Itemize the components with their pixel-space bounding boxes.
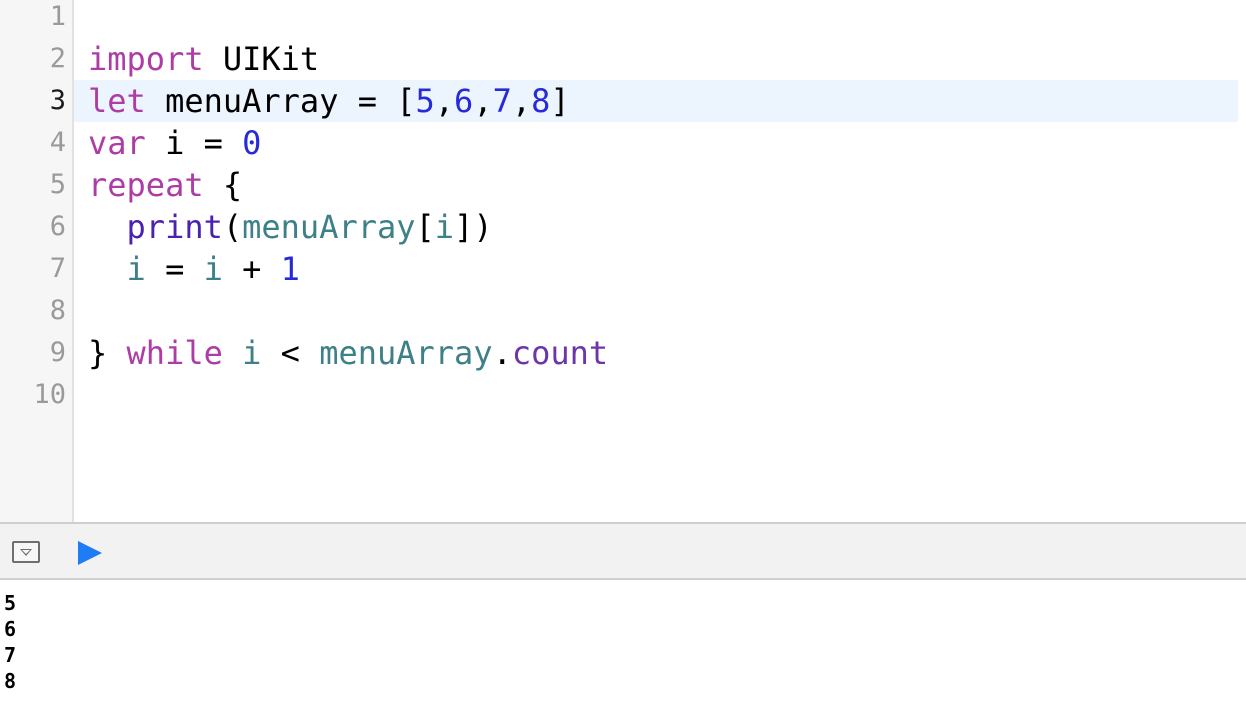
code-line[interactable]: var i = 0 [74,122,1238,164]
code-token: , [434,82,455,120]
line-number: 4 [49,127,66,158]
code-token: var [88,124,146,162]
code-token: . [492,334,512,372]
code-token: 0 [242,124,262,162]
line-number: 10 [33,379,66,410]
code-token: , [511,82,532,120]
code-token: import [88,40,204,78]
debug-bar [0,522,1246,580]
code-token: 5 [415,82,435,120]
code-line[interactable]: repeat { [74,164,1238,206]
console-output-line: 7 [4,643,17,667]
code-token: while [126,334,223,372]
code-token: menuArray [319,334,493,372]
code-token: 6 [454,82,474,120]
code-token: = [145,250,204,288]
code-token: i [126,250,146,288]
code-token: 1 [280,250,300,288]
code-token: count [511,334,609,372]
code-token: { [203,166,243,204]
code-token: menuArray = [ [145,82,416,120]
code-token: UIKit [203,40,320,78]
toggle-console-icon[interactable] [12,541,40,563]
code-token: print [126,208,223,246]
line-number: 3 [49,85,66,116]
code-line[interactable]: i = i + 1 [74,248,1238,290]
line-number: 2 [49,43,66,74]
code-line[interactable] [74,290,1238,332]
line-number: 5 [49,169,66,200]
line-number: 7 [49,253,66,284]
code-token: i = [145,124,243,162]
console-output: 5678 [0,580,1246,714]
code-editor[interactable]: 1 2 3 4 5 6 7 8 9 10 import UIKit let menuArray = … [0,0,1246,522]
line-number: 8 [49,295,66,326]
code-token: [ [415,208,435,246]
code-token: < [261,334,320,372]
code-token: ]) [454,208,493,246]
code-token: + [222,250,281,288]
code-line[interactable]: import UIKit [74,38,1238,80]
code-token: i [242,334,262,372]
console-output-line: 6 [4,617,17,641]
code-line[interactable] [74,374,1238,416]
code-token: let [88,82,146,120]
play-icon[interactable] [78,541,102,565]
code-token: ( [222,208,243,246]
code-token: } [88,334,127,372]
console-output-line: 8 [4,669,17,693]
code-token: i [434,208,455,246]
code-line[interactable]: let menuArray = [5,6,7,8] [74,80,1238,122]
console-output-line: 5 [4,591,17,615]
code-line[interactable]: } while i < menuArray.count [74,332,1238,374]
code-token: ] [550,82,570,120]
code-token: 8 [531,82,551,120]
code-line[interactable]: print(menuArray[i]) [74,206,1238,248]
line-number: 6 [49,211,66,242]
line-number: 1 [49,1,66,32]
line-number: 9 [49,337,66,368]
code-token: repeat [88,166,204,204]
code-token: , [473,82,493,120]
code-token: menuArray [242,208,416,246]
code-token: i [203,250,223,288]
line-number-gutter: 1 2 3 4 5 6 7 8 9 10 [0,0,74,522]
code-token: 7 [492,82,512,120]
code-line[interactable] [74,0,1238,38]
